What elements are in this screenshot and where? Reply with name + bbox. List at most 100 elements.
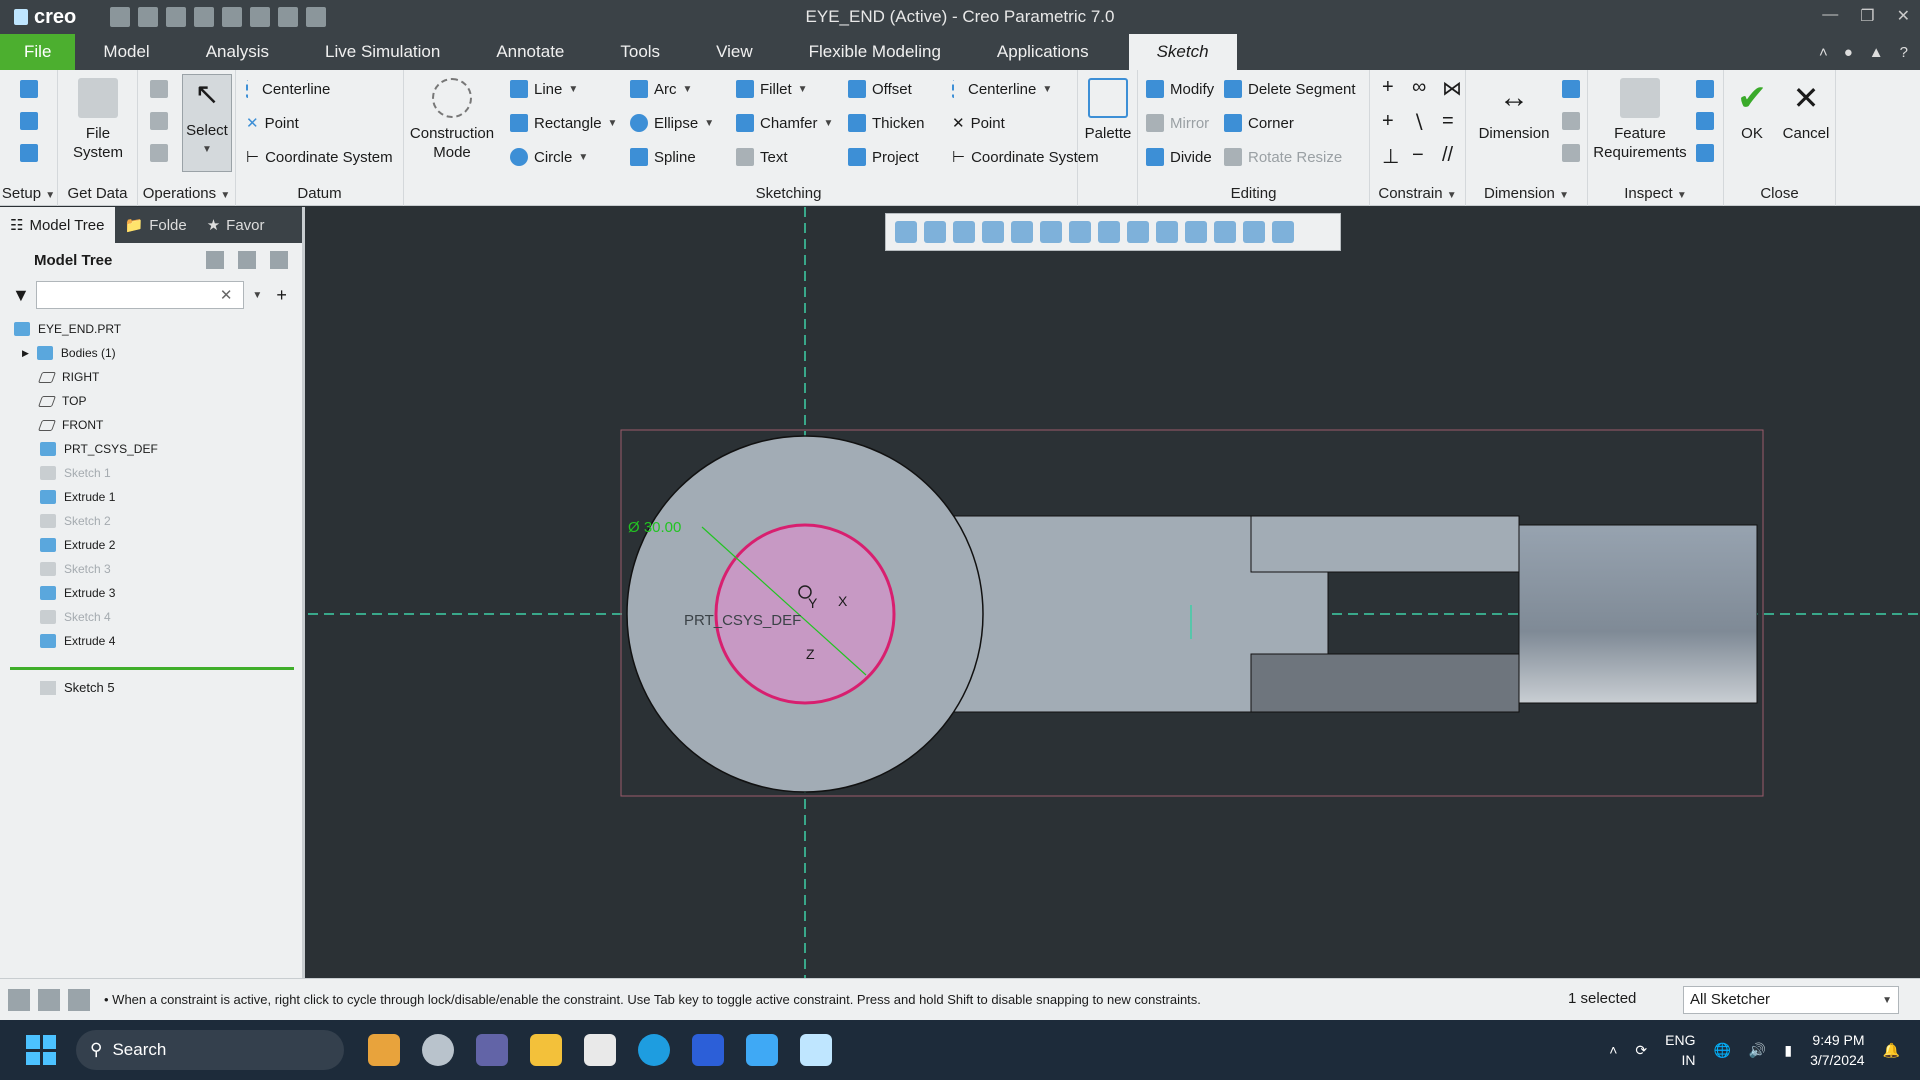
- sketch-point-button[interactable]: ✕ Point: [952, 114, 1005, 133]
- save-icon[interactable]: [166, 7, 186, 27]
- reference-dim-icon[interactable]: [1562, 144, 1580, 162]
- datum-centerline-button[interactable]: Centerline: [246, 80, 330, 98]
- navigator-toggle-icon[interactable]: [8, 988, 30, 1011]
- vertical-constraint-icon[interactable]: +: [1382, 76, 1394, 99]
- delete-segment-button[interactable]: Delete Segment: [1224, 80, 1356, 98]
- annotation-display-icon[interactable]: [1156, 221, 1178, 243]
- group-dimension-label[interactable]: Dimension ▼: [1466, 185, 1587, 202]
- zoom-out-icon[interactable]: [953, 221, 975, 243]
- copy-icon[interactable]: [150, 112, 168, 130]
- tab-view[interactable]: View: [688, 34, 781, 70]
- filter-funnel-icon[interactable]: ▼: [12, 285, 30, 306]
- project-button[interactable]: Project: [848, 148, 919, 166]
- sketch-canvas[interactable]: Ø 30.00 PRT_CSYS_DEF Y X Z: [308, 207, 1920, 978]
- group-constrain-label[interactable]: Constrain ▼: [1370, 185, 1465, 202]
- sketcher-display-icon[interactable]: [1214, 221, 1236, 243]
- cut-icon[interactable]: [150, 80, 168, 98]
- file-system-button[interactable]: File System: [70, 78, 126, 162]
- tab-model-tree[interactable]: ☷ Model Tree: [0, 207, 115, 243]
- language-indicator[interactable]: ENG IN: [1665, 1030, 1695, 1070]
- ellipse-button[interactable]: Ellipse ▼: [630, 114, 714, 132]
- close-window-icon[interactable]: [306, 7, 326, 27]
- offset-button[interactable]: Offset: [848, 80, 912, 98]
- dimension-display-icon[interactable]: [1243, 221, 1265, 243]
- tab-model[interactable]: Model: [75, 34, 177, 70]
- tree-item[interactable]: Sketch 1: [0, 461, 302, 485]
- tree-item[interactable]: PRT_CSYS_DEF: [0, 437, 302, 461]
- tab-sketch[interactable]: Sketch: [1128, 34, 1237, 70]
- paste-icon[interactable]: [150, 144, 168, 162]
- view-manager-icon[interactable]: [1069, 221, 1091, 243]
- tree-item-sketch-5[interactable]: Sketch 5: [0, 680, 302, 695]
- browser-toggle-icon[interactable]: [38, 988, 60, 1011]
- construction-mode-button[interactable]: Construction Mode: [410, 78, 494, 162]
- tab-folder-browser[interactable]: 📁 Folde: [115, 207, 197, 243]
- add-filter-icon[interactable]: +: [276, 285, 287, 306]
- sketch-setup-icon[interactable]: [20, 80, 38, 98]
- tree-item[interactable]: ▶ Bodies (1): [0, 341, 302, 365]
- tree-item[interactable]: Extrude 2: [0, 533, 302, 557]
- feature-requirements-button[interactable]: Feature Requirements: [1592, 78, 1688, 162]
- weather-app-icon[interactable]: [422, 1034, 454, 1066]
- edge-app-icon[interactable]: [638, 1034, 670, 1066]
- equal-constraint-icon[interactable]: =: [1442, 110, 1454, 133]
- repaint-icon[interactable]: [982, 221, 1004, 243]
- help-icon[interactable]: ?: [1900, 44, 1908, 61]
- expand-arrow-icon[interactable]: ▶: [22, 348, 29, 359]
- graphics-area[interactable]: Ø 30.00 PRT_CSYS_DEF Y X Z: [308, 207, 1920, 978]
- tab-annotate[interactable]: Annotate: [468, 34, 592, 70]
- undo-icon[interactable]: [194, 7, 214, 27]
- teams-app-icon[interactable]: [476, 1034, 508, 1066]
- rectangle-button[interactable]: Rectangle ▼: [510, 114, 617, 132]
- redo-icon[interactable]: [222, 7, 242, 27]
- coincident-constraint-icon[interactable]: +: [1382, 110, 1394, 133]
- overlapping-geometry-icon[interactable]: [1696, 80, 1714, 98]
- tab-tools[interactable]: Tools: [592, 34, 688, 70]
- group-operations-label[interactable]: Operations ▼: [138, 185, 235, 202]
- tree-item[interactable]: TOP: [0, 389, 302, 413]
- tree-search-input[interactable]: [35, 281, 244, 309]
- datum-coordinate-system-button[interactable]: ⊢ Coordinate System: [246, 148, 393, 167]
- divide-button[interactable]: Divide: [1146, 148, 1212, 166]
- parallel-constraint-icon[interactable]: //: [1442, 144, 1453, 167]
- mirror-button[interactable]: Mirror: [1146, 114, 1209, 132]
- horizontal-constraint-icon[interactable]: ∖: [1412, 110, 1425, 135]
- shade-closed-loops-icon[interactable]: [1696, 144, 1714, 162]
- copilot-app-icon[interactable]: [368, 1034, 400, 1066]
- tree-filter-icon[interactable]: [270, 251, 288, 269]
- taskbar-search[interactable]: ⚲ Search: [76, 1030, 344, 1070]
- tree-item[interactable]: Extrude 3: [0, 581, 302, 605]
- windows-start-icon[interactable]: [26, 1035, 56, 1065]
- tree-item[interactable]: Extrude 1: [0, 485, 302, 509]
- spin-center-icon[interactable]: [1127, 221, 1149, 243]
- fillet-button[interactable]: Fillet ▼: [736, 80, 808, 98]
- modify-button[interactable]: Modify: [1146, 80, 1214, 98]
- tree-item[interactable]: Sketch 3: [0, 557, 302, 581]
- open-file-icon[interactable]: [138, 7, 158, 27]
- rotate-resize-button[interactable]: Rotate Resize: [1224, 148, 1342, 166]
- text-button[interactable]: Text: [736, 148, 788, 166]
- tree-item[interactable]: RIGHT: [0, 365, 302, 389]
- tab-file[interactable]: File: [0, 34, 76, 70]
- show-icon[interactable]: [238, 251, 256, 269]
- ok-button[interactable]: ✔ OK: [1730, 78, 1774, 143]
- minimize-ribbon-icon[interactable]: ˄: [1819, 44, 1828, 61]
- photos-app-icon[interactable]: [746, 1034, 778, 1066]
- sketch-view-orient-icon[interactable]: [1185, 221, 1207, 243]
- store-app-icon[interactable]: [584, 1034, 616, 1066]
- regenerate-icon[interactable]: [250, 7, 270, 27]
- clock[interactable]: 9:49 PM 3/7/2024: [1810, 1030, 1865, 1070]
- arc-button[interactable]: Arc ▼: [630, 80, 692, 98]
- display-style-icon[interactable]: [1011, 221, 1033, 243]
- tree-item[interactable]: EYE_END.PRT: [0, 317, 302, 341]
- refit-icon[interactable]: [895, 221, 917, 243]
- select-button[interactable]: ↖ Select ▼: [182, 74, 232, 172]
- palette-button[interactable]: Palette: [1080, 78, 1136, 143]
- sketch-centerline-button[interactable]: Centerline ▼: [952, 80, 1052, 98]
- references-icon[interactable]: [20, 144, 38, 162]
- zoom-in-icon[interactable]: [924, 221, 946, 243]
- tab-applications[interactable]: Applications: [969, 34, 1117, 70]
- new-file-icon[interactable]: [110, 7, 130, 27]
- restore-icon[interactable]: ❐: [1860, 6, 1874, 26]
- sketch-coordinate-system-button[interactable]: ⊢ Coordinate System: [952, 148, 1099, 167]
